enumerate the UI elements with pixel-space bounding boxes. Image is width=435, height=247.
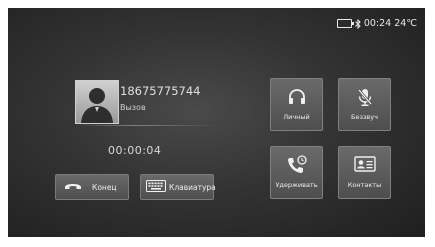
divider	[76, 125, 218, 126]
status-bar: 00:24 24℃	[336, 18, 417, 29]
end-call-label: Конец	[92, 182, 117, 192]
caller-number: 18675775744	[120, 84, 201, 98]
battery-icon	[336, 19, 354, 28]
clock: 00:24	[363, 18, 392, 29]
contacts-button[interactable]: Контакты	[338, 146, 391, 199]
contact-card-icon	[339, 155, 390, 173]
call-timer: 00:00:04	[108, 144, 162, 157]
person-silhouette-icon	[81, 88, 113, 123]
hold-label: Удерживать	[275, 181, 318, 189]
hang-up-icon	[64, 181, 82, 193]
hold-button[interactable]: Удерживать	[270, 146, 323, 199]
mute-button[interactable]: Беззвуч	[338, 78, 391, 131]
contacts-label: Контакты	[347, 181, 382, 189]
call-state: Вызов	[120, 103, 146, 112]
mute-microphone-icon	[339, 87, 390, 107]
caller-avatar	[75, 80, 119, 124]
private-label: Личный	[283, 113, 310, 121]
keyboard-icon	[146, 180, 166, 194]
end-call-button[interactable]: Конец	[55, 174, 129, 200]
hold-phone-icon	[271, 155, 322, 175]
mute-label: Беззвуч	[351, 113, 378, 121]
keyboard-label: Клавиатура	[169, 182, 216, 192]
bluetooth-icon	[354, 18, 361, 29]
call-screen: 00:24 24℃ 18675775744 Вызов 00:00:04 Кон…	[8, 8, 425, 237]
private-button[interactable]: Личный	[270, 78, 323, 131]
temperature: 24℃	[394, 18, 417, 29]
keyboard-button[interactable]: Клавиатура	[140, 174, 216, 200]
headset-icon	[271, 87, 322, 107]
